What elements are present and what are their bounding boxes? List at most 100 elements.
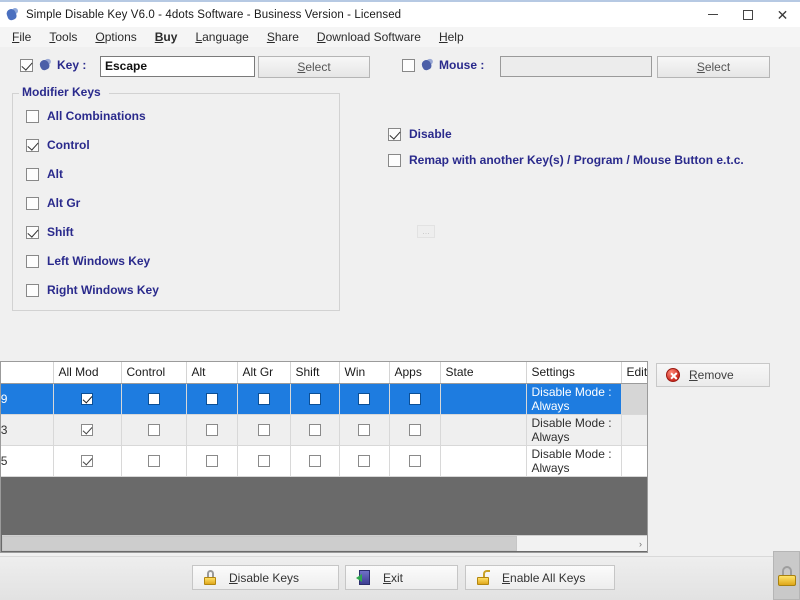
row-shift-checkbox[interactable] [309, 424, 321, 436]
cell-win[interactable] [339, 414, 389, 445]
menu-item-options[interactable]: Options [86, 28, 145, 46]
maximize-button[interactable] [730, 2, 765, 27]
row-alt-checkbox[interactable] [206, 455, 218, 467]
col-state[interactable]: State [440, 362, 526, 383]
cell-shift[interactable] [290, 383, 339, 414]
remove-button[interactable]: Remove [656, 363, 770, 387]
status-lock-panel[interactable] [773, 551, 800, 600]
row-all-mod-checkbox[interactable] [81, 393, 93, 405]
close-button[interactable]: ✕ [765, 2, 800, 27]
shift-checkbox[interactable] [26, 226, 39, 239]
cell-edit[interactable] [621, 445, 648, 476]
cell-alt[interactable] [186, 383, 237, 414]
cell-win[interactable] [339, 383, 389, 414]
key-enable-checkbox[interactable] [20, 59, 33, 72]
left-windows-key-checkbox[interactable] [26, 255, 39, 268]
table-row[interactable]: NumPad9 Disable Mode : Always [0, 383, 648, 414]
cell-alt[interactable] [186, 414, 237, 445]
col-alt-gr[interactable]: Alt Gr [237, 362, 290, 383]
row-win-checkbox[interactable] [358, 455, 370, 467]
col-apps[interactable]: Apps [389, 362, 440, 383]
menu-item-help[interactable]: Help [430, 28, 473, 46]
remap-option[interactable]: Remap with another Key(s) / Program / Mo… [388, 153, 744, 167]
row-alt-gr-checkbox[interactable] [258, 455, 270, 467]
modifier-control[interactable]: Control [26, 138, 90, 152]
key-input[interactable]: Escape [100, 56, 255, 77]
cell-shift[interactable] [290, 445, 339, 476]
cell-apps[interactable] [389, 414, 440, 445]
menu-item-download-software[interactable]: Download Software [308, 28, 430, 46]
modifier-all-combinations[interactable]: All Combinations [26, 109, 146, 123]
row-apps-checkbox[interactable] [409, 393, 421, 405]
menu-item-file[interactable]: File [3, 28, 40, 46]
disable-keys-button[interactable]: Disable Keys [192, 565, 339, 590]
row-apps-checkbox[interactable] [409, 455, 421, 467]
disable-option[interactable]: Disable [388, 127, 452, 141]
alt-checkbox[interactable] [26, 168, 39, 181]
menu-item-tools[interactable]: Tools [40, 28, 86, 46]
col-win[interactable]: Win [339, 362, 389, 383]
cell-edit[interactable] [621, 414, 648, 445]
modifier-alt-gr[interactable]: Alt Gr [26, 196, 80, 210]
cell-alt-gr[interactable] [237, 414, 290, 445]
modifier-shift[interactable]: Shift [26, 225, 74, 239]
row-shift-checkbox[interactable] [309, 393, 321, 405]
hotkey-list[interactable]: HotKey All Mod Control Alt Alt Gr Shift … [0, 361, 648, 553]
col-control[interactable]: Control [121, 362, 186, 383]
modifier-right-windows-key[interactable]: Right Windows Key [26, 283, 159, 297]
row-alt-gr-checkbox[interactable] [258, 393, 270, 405]
row-win-checkbox[interactable] [358, 393, 370, 405]
cell-apps[interactable] [389, 383, 440, 414]
cell-all-mod[interactable] [53, 414, 121, 445]
mouse-input[interactable] [500, 56, 652, 77]
cell-apps[interactable] [389, 445, 440, 476]
row-shift-checkbox[interactable] [309, 455, 321, 467]
modifier-alt[interactable]: Alt [26, 167, 63, 181]
row-win-checkbox[interactable] [358, 424, 370, 436]
row-apps-checkbox[interactable] [409, 424, 421, 436]
menu-item-buy[interactable]: Buy [146, 28, 187, 46]
right-windows-key-checkbox[interactable] [26, 284, 39, 297]
all-combinations-checkbox[interactable] [26, 110, 39, 123]
cell-all-mod[interactable] [53, 445, 121, 476]
scrollbar-track[interactable] [517, 536, 633, 551]
key-select-button[interactable]: Select [258, 56, 370, 78]
menu-item-share[interactable]: Share [258, 28, 308, 46]
col-settings[interactable]: Settings [526, 362, 621, 383]
cell-shift[interactable] [290, 414, 339, 445]
cell-alt-gr[interactable] [237, 383, 290, 414]
row-control-checkbox[interactable] [148, 424, 160, 436]
enable-all-keys-button[interactable]: Enable All Keys [465, 565, 615, 590]
cell-edit[interactable] [621, 383, 648, 414]
col-all-mod[interactable]: All Mod [53, 362, 121, 383]
list-horizontal-scrollbar[interactable]: › [2, 535, 648, 551]
exit-button[interactable]: Exit [345, 565, 458, 590]
control-checkbox[interactable] [26, 139, 39, 152]
col-shift[interactable]: Shift [290, 362, 339, 383]
menu-item-language[interactable]: Language [186, 28, 257, 46]
cell-control[interactable] [121, 414, 186, 445]
alt-gr-checkbox[interactable] [26, 197, 39, 210]
row-control-checkbox[interactable] [148, 393, 160, 405]
row-all-mod-checkbox[interactable] [81, 455, 93, 467]
row-alt-checkbox[interactable] [206, 424, 218, 436]
disable-checkbox[interactable] [388, 128, 401, 141]
cell-alt-gr[interactable] [237, 445, 290, 476]
mouse-select-button[interactable]: Select [657, 56, 770, 78]
cell-all-mod[interactable] [53, 383, 121, 414]
row-all-mod-checkbox[interactable] [81, 424, 93, 436]
remap-checkbox[interactable] [388, 154, 401, 167]
row-alt-gr-checkbox[interactable] [258, 424, 270, 436]
mouse-enable-checkbox[interactable] [402, 59, 415, 72]
row-control-checkbox[interactable] [148, 455, 160, 467]
scroll-right-arrow-icon[interactable]: › [633, 536, 648, 551]
col-hotkey[interactable]: HotKey [0, 362, 53, 383]
col-alt[interactable]: Alt [186, 362, 237, 383]
row-alt-checkbox[interactable] [206, 393, 218, 405]
cell-control[interactable] [121, 383, 186, 414]
table-row[interactable]: NumPad5 Disable Mode : Always [0, 445, 648, 476]
modifier-left-windows-key[interactable]: Left Windows Key [26, 254, 150, 268]
table-row[interactable]: NumPad3 Disable Mode : Always [0, 414, 648, 445]
cell-win[interactable] [339, 445, 389, 476]
minimize-button[interactable] [695, 2, 730, 27]
